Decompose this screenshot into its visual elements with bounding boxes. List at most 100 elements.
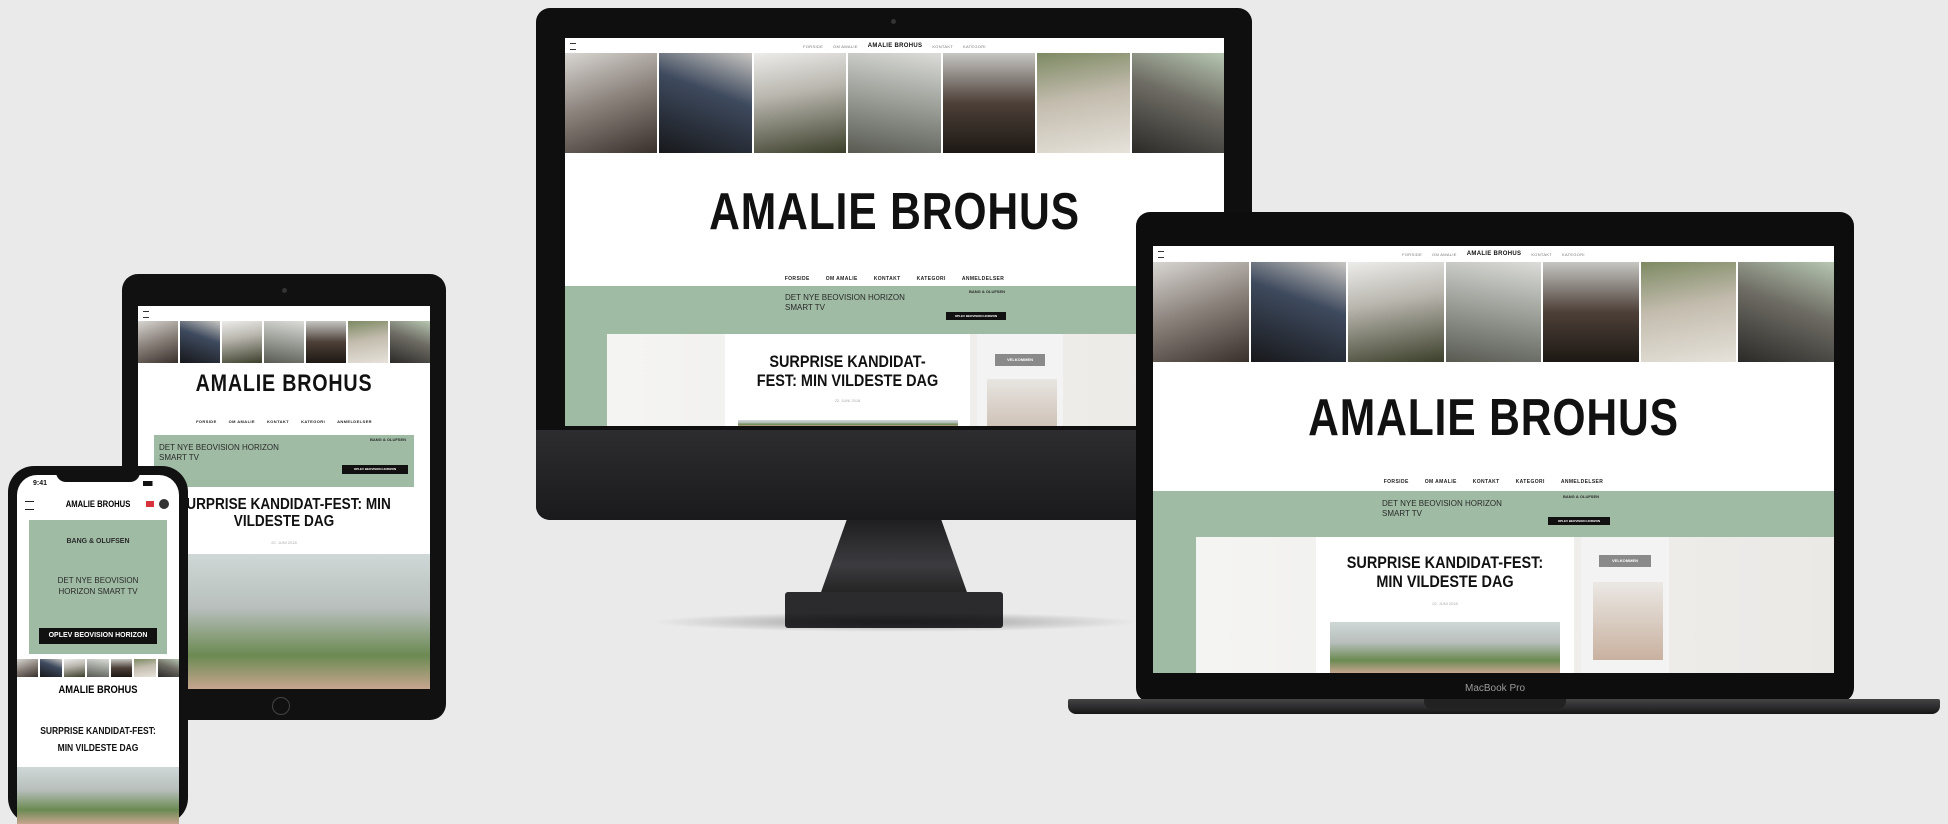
photo[interactable] xyxy=(110,659,133,677)
photo[interactable] xyxy=(1543,262,1639,362)
photo[interactable] xyxy=(1250,262,1347,362)
imac-stand xyxy=(820,520,968,595)
nav-item[interactable]: KATEGORI xyxy=(1516,479,1545,485)
photo[interactable] xyxy=(17,659,39,677)
post-title[interactable]: SURPRISE KANDIDAT-FEST: MIN VILDESTE DAG xyxy=(752,352,943,390)
top-link[interactable]: OM AMALIE xyxy=(833,44,858,49)
nav-item[interactable]: KATEGORI xyxy=(917,276,946,282)
nav-item[interactable]: ANMELDELSER xyxy=(962,276,1004,282)
site-brand[interactable]: AMALIE BROHUS xyxy=(164,370,403,398)
top-link[interactable]: OM AMALIE xyxy=(1432,252,1457,257)
post-image[interactable] xyxy=(738,420,958,426)
nav-item[interactable]: OM AMALIE xyxy=(229,419,255,424)
post-image[interactable] xyxy=(17,767,179,824)
photo[interactable] xyxy=(348,321,388,363)
ad-banner[interactable]: DET NYE BEOVISION HORIZON SMART TV BANG … xyxy=(1153,491,1834,673)
cat-icon[interactable] xyxy=(159,499,169,509)
ad-banner[interactable]: DET NYE BEOVISION HORIZON SMART TV BANG … xyxy=(565,286,1224,426)
menu-icon[interactable] xyxy=(570,43,576,50)
photo[interactable] xyxy=(753,53,847,153)
photo[interactable] xyxy=(134,659,156,677)
nav-item[interactable]: ANMELDELSER xyxy=(1561,479,1603,485)
photo[interactable] xyxy=(63,659,86,677)
top-logo[interactable]: AMALIE BROHUS xyxy=(868,43,923,49)
nav-item[interactable]: KATEGORI xyxy=(301,419,325,424)
post-card[interactable]: SURPRISE KANDIDAT-FEST: MIN VILDESTE DAG… xyxy=(1316,537,1574,673)
ad-button[interactable]: OPLEV BEOVISION HORIZON xyxy=(946,312,1006,320)
sidebar-portrait[interactable] xyxy=(1593,582,1663,660)
top-link[interactable]: FORSIDE xyxy=(803,44,823,49)
photo[interactable] xyxy=(1445,262,1542,362)
photo[interactable] xyxy=(390,321,430,363)
post-card[interactable]: SURPRISE KANDIDAT-FEST: MIN VILDESTE DAG… xyxy=(725,334,970,426)
main-nav: FORSIDE OM AMALIE KONTAKT KATEGORI ANMEL… xyxy=(138,419,430,424)
top-link[interactable]: KATEGORI xyxy=(1562,252,1585,257)
tablet-home-button[interactable] xyxy=(272,697,290,715)
photo[interactable] xyxy=(1153,262,1249,362)
post-title[interactable]: SURPRISE KANDIDAT-FEST: MIN VILDESTE DAG xyxy=(160,496,408,530)
post-title[interactable]: SURPRISE KANDIDAT-FEST: MIN VILDESTE DAG xyxy=(1344,553,1546,591)
footer-brand[interactable]: AMALIE BROHUS xyxy=(29,684,167,696)
ad-button[interactable]: OPLEV BEOVISION HORIZON xyxy=(39,628,157,644)
photo-strip xyxy=(17,659,179,677)
nav-item[interactable]: ANMELDELSER xyxy=(337,419,372,424)
nav-item[interactable]: OM AMALIE xyxy=(1425,479,1457,485)
ad-banner[interactable]: BANG & OLUFSEN DET NYE BEOVISION HORIZON… xyxy=(29,520,167,654)
top-link[interactable]: KONTAKT xyxy=(932,44,953,49)
ad-sponsor: BANG & OLUFSEN xyxy=(1563,494,1599,499)
post-image[interactable] xyxy=(1330,622,1560,673)
ad-text: DET NYE BEOVISION HORIZON SMART TV xyxy=(785,293,905,312)
photo[interactable] xyxy=(848,53,941,153)
site-brand[interactable]: AMALIE BROHUS xyxy=(1214,388,1772,448)
photo-strip xyxy=(138,321,430,363)
photo[interactable] xyxy=(1640,262,1737,362)
photo[interactable] xyxy=(1037,53,1130,153)
top-link[interactable]: FORSIDE xyxy=(1402,252,1422,257)
top-link[interactable]: KONTAKT xyxy=(1531,252,1552,257)
photo[interactable] xyxy=(157,659,179,677)
photo[interactable] xyxy=(87,659,109,677)
ad-text: DET NYE BEOVISION HORIZON SMART TV xyxy=(159,443,279,462)
photo[interactable] xyxy=(1348,262,1444,362)
imac-topbar: FORSIDE OM AMALIE AMALIE BROHUS KONTAKT … xyxy=(565,41,1224,51)
nav-item[interactable]: KONTAKT xyxy=(1473,479,1500,485)
photo[interactable] xyxy=(222,321,262,363)
photo[interactable] xyxy=(1738,262,1834,362)
flag-icon[interactable] xyxy=(146,501,154,507)
photo[interactable] xyxy=(138,321,178,363)
menu-icon[interactable] xyxy=(143,311,149,318)
photo[interactable] xyxy=(264,321,304,363)
nav-item[interactable]: KONTAKT xyxy=(267,419,289,424)
nav-item[interactable]: OM AMALIE xyxy=(826,276,858,282)
ad-banner[interactable]: DET NYE BEOVISION HORIZON SMART TV BANG … xyxy=(154,435,414,487)
photo[interactable] xyxy=(40,659,62,677)
ad-sponsor: BANG & OLUFSEN xyxy=(969,289,1005,294)
top-logo[interactable]: AMALIE BROHUS xyxy=(1467,251,1522,257)
ad-button[interactable]: OPLEV BEOVISION HORIZON xyxy=(342,465,408,474)
ad-button[interactable]: OPLEV BEOVISION HORIZON xyxy=(1548,517,1610,525)
post-date: 22. JUNI 2018 xyxy=(834,398,861,403)
main-nav: FORSIDE OM AMALIE KONTAKT KATEGORI ANMEL… xyxy=(565,276,1224,282)
top-link[interactable]: KATEGORI xyxy=(963,44,986,49)
photo[interactable] xyxy=(942,53,1036,153)
laptop-topbar: FORSIDE OM AMALIE AMALIE BROHUS KONTAKT … xyxy=(1153,249,1834,259)
sidebar: VELKOMMEN xyxy=(1581,537,1669,673)
post-title[interactable]: SURPRISE KANDIDAT-FEST: MIN VILDESTE DAG xyxy=(34,723,162,757)
sidebar-portrait[interactable] xyxy=(987,379,1057,426)
photo[interactable] xyxy=(565,53,658,153)
imac-camera xyxy=(891,19,896,24)
nav-item[interactable]: FORSIDE xyxy=(196,419,217,424)
photo[interactable] xyxy=(659,53,752,153)
photo[interactable] xyxy=(1131,53,1224,153)
nav-item[interactable]: KONTAKT xyxy=(874,276,901,282)
sidebar-tag: VELKOMMEN xyxy=(1599,555,1651,567)
site-brand[interactable]: AMALIE BROHUS xyxy=(624,182,1164,242)
nav-item[interactable]: FORSIDE xyxy=(1384,479,1409,485)
photo[interactable] xyxy=(306,321,346,363)
photo[interactable] xyxy=(180,321,220,363)
laptop-screen: FORSIDE OM AMALIE AMALIE BROHUS KONTAKT … xyxy=(1153,246,1834,673)
nav-item[interactable]: FORSIDE xyxy=(785,276,810,282)
signal-icon xyxy=(143,481,159,486)
photo-strip xyxy=(565,53,1224,153)
menu-icon[interactable] xyxy=(1158,251,1164,258)
